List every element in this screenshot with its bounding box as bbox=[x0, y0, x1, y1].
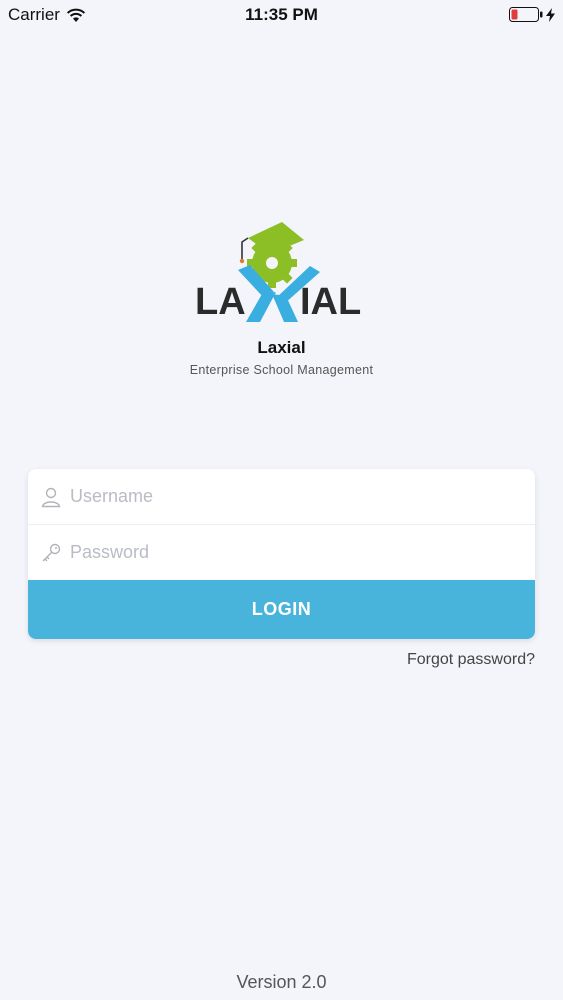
login-form: LOGIN bbox=[28, 469, 535, 639]
user-icon bbox=[41, 487, 61, 507]
key-icon bbox=[42, 543, 61, 561]
status-time: 11:35 PM bbox=[245, 5, 318, 24]
logo-text-right: IAL bbox=[300, 281, 361, 323]
login-button[interactable]: LOGIN bbox=[28, 580, 535, 639]
app-name: Laxial bbox=[257, 338, 306, 357]
laxial-logo: LA IAL bbox=[195, 222, 361, 323]
battery-low-icon bbox=[509, 7, 543, 22]
app-tagline: Enterprise School Management bbox=[189, 363, 374, 377]
username-field-row bbox=[28, 469, 535, 524]
status-bar: Carrier 11:35 PM bbox=[0, 0, 563, 30]
logo-text-left: LA bbox=[195, 281, 246, 323]
battery bbox=[509, 7, 555, 22]
bolt-icon bbox=[546, 7, 555, 22]
version-label: Version 2.0 bbox=[236, 972, 327, 992]
username-input[interactable] bbox=[70, 469, 523, 524]
forgot-password-link[interactable]: Forgot password? bbox=[407, 651, 535, 669]
password-input[interactable] bbox=[70, 525, 523, 580]
password-field-row bbox=[28, 524, 535, 580]
